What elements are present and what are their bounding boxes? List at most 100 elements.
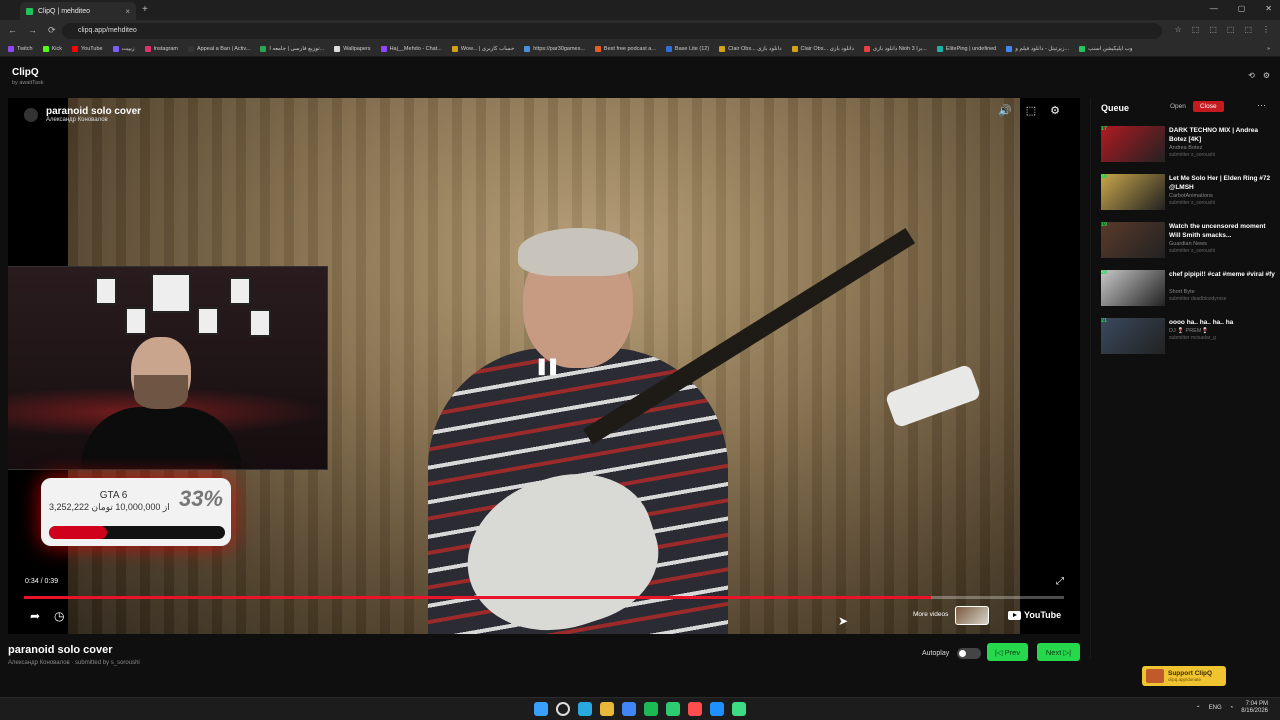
bookmark-item[interactable]: Wallpapers: [334, 46, 371, 52]
queue-item-submitter: submitter s_soroushi: [1169, 200, 1216, 206]
bookmark-item[interactable]: ElitePing | undefined: [936, 46, 996, 52]
share-icon[interactable]: ➦: [30, 609, 40, 623]
settings-icon[interactable]: ⚙: [1050, 104, 1060, 117]
bookmarks-overflow-icon[interactable]: »: [1267, 46, 1280, 52]
browser-tab[interactable]: ClipQ | mehditeo ×: [20, 2, 136, 20]
captions-icon[interactable]: ⬚: [1026, 104, 1036, 117]
prev-button[interactable]: |◁ Prev: [987, 643, 1028, 661]
maximize-icon[interactable]: ▢: [1238, 4, 1246, 13]
taskbar-app-icon[interactable]: [556, 702, 570, 716]
tab-close-icon[interactable]: ×: [125, 7, 130, 16]
bookmark-item[interactable]: Haj__Mehdo - Chat...: [380, 46, 442, 52]
reload-icon[interactable]: ⟳: [48, 25, 56, 36]
autoplay-toggle[interactable]: [957, 648, 982, 659]
menu-icon[interactable]: ⋮: [1262, 25, 1270, 34]
bookmark-item[interactable]: توزیع فارسی | جامعه ا...: [260, 46, 324, 52]
queue-item-title[interactable]: oooo ha.. ha.. ha.. ha: [1169, 318, 1277, 327]
extension-icon[interactable]: ⬚: [1227, 25, 1235, 34]
forward-icon[interactable]: →: [28, 25, 37, 36]
queue-thumbnail[interactable]: [1101, 222, 1165, 258]
taskbar-app-icon[interactable]: [578, 702, 592, 716]
taskbar-app-icon[interactable]: [600, 702, 614, 716]
queue-item-title[interactable]: chef pipipi!! #cat #meme #viral #fy: [1169, 270, 1277, 279]
bookmark-item[interactable]: Twitch: [8, 46, 33, 52]
queue-more-icon[interactable]: ⋯: [1257, 100, 1266, 111]
tray-lang[interactable]: ENG: [1209, 705, 1222, 711]
bookmark-item[interactable]: دانلود بازی Nioh 3 برا...: [863, 46, 927, 52]
queue-close-button[interactable]: Close: [1193, 101, 1224, 112]
queue-item-title[interactable]: Let Me Solo Her | Elden Ring #72 @LMSH: [1169, 174, 1277, 192]
extension-icon[interactable]: ⬚: [1192, 25, 1200, 34]
bookmark-item[interactable]: Best free podcast a...: [594, 46, 656, 52]
back-icon[interactable]: ←: [8, 25, 17, 36]
bookmark-item[interactable]: Wow... | حساب کاربری: [451, 46, 514, 52]
taskbar-app-icon[interactable]: [688, 702, 702, 716]
queue-panel: Queue Open Close ⋯ 17 DARK TECHNO MIX | A…: [1090, 98, 1280, 658]
close-window-icon[interactable]: ✕: [1265, 4, 1272, 13]
taskbar-app-icon[interactable]: [666, 702, 680, 716]
clock-date: 8/16/2026: [1241, 708, 1268, 714]
bookmark-item[interactable]: YouTube: [71, 46, 103, 52]
watch-later-icon[interactable]: ◷: [54, 609, 64, 623]
taskbar-app-icon[interactable]: [534, 702, 548, 716]
bookmark-item[interactable]: Instagram: [144, 46, 178, 52]
queue-thumbnail[interactable]: [1101, 270, 1165, 306]
bookmark-label: وب اپلیکیشن اسنپ: [1088, 46, 1133, 52]
taskbar-app-icon[interactable]: [732, 702, 746, 716]
bookmark-item[interactable]: Clair Obs... دانلود بازی: [719, 46, 782, 52]
wall-frame: [229, 277, 251, 305]
pause-icon[interactable]: ❚❚: [535, 356, 560, 376]
queue-thumbnail[interactable]: [1101, 318, 1165, 354]
url-bar[interactable]: clipq.app/mehditeo: [62, 23, 1162, 39]
queue-item-title[interactable]: DARK TECHNO MIX | Andrea Botez [4K]: [1169, 126, 1277, 144]
bookmark-label: Base Lite (12): [674, 46, 710, 52]
minimize-icon[interactable]: —: [1210, 4, 1218, 13]
queue-item[interactable]: 17 DARK TECHNO MIX | Andrea Botez [4K] And…: [1101, 126, 1277, 166]
brand-logo[interactable]: ClipQ: [12, 67, 39, 78]
seek-bar[interactable]: [24, 596, 1064, 599]
bookmark-item[interactable]: زیرتیتل - دانلود فیلم و...: [1006, 46, 1069, 52]
donation-progress-bar: [49, 526, 225, 539]
video-channel[interactable]: Александр Коновалов: [46, 117, 108, 123]
profile-icon[interactable]: ⬚: [1244, 25, 1252, 34]
queue-item-title[interactable]: Watch the uncensored moment Will Smith s…: [1169, 222, 1277, 240]
tray-chevron-icon[interactable]: ⌃: [1196, 705, 1201, 712]
queue-open-button[interactable]: Open: [1164, 101, 1192, 112]
bookmark-item[interactable]: Appeal a Ban | Activ...: [188, 46, 250, 52]
taskbar-app-icon[interactable]: [644, 702, 658, 716]
bookmark-item[interactable]: زیپیت: [112, 46, 135, 52]
wifi-icon[interactable]: ◔: [1230, 705, 1234, 711]
video-player[interactable]: paranoid solo cover Александр Коновалов …: [8, 98, 1080, 634]
bookmark-item[interactable]: Kick: [42, 46, 62, 52]
more-videos-thumbnail[interactable]: [955, 606, 989, 625]
queue-item[interactable]: 20 chef pipipi!! #cat #meme #viral #fy Sho…: [1101, 270, 1277, 310]
queue-thumbnail[interactable]: [1101, 174, 1165, 210]
bookmark-item[interactable]: Clair Obs... دانلود بازی: [791, 46, 854, 52]
bookmark-star-icon[interactable]: ☆: [1175, 25, 1182, 34]
taskbar-app-icon[interactable]: [622, 702, 636, 716]
settings-icon[interactable]: ⚙: [1263, 71, 1270, 80]
queue-item[interactable]: 21 oooo ha.. ha.. ha.. ha DJ 🍷 PREM🍷 submit…: [1101, 318, 1277, 358]
youtube-link[interactable]: YouTube: [1008, 610, 1061, 620]
next-button[interactable]: Next ▷|: [1037, 643, 1080, 661]
more-videos-label[interactable]: More videos: [913, 611, 948, 618]
queue-item[interactable]: 18 Let Me Solo Her | Elden Ring #72 @LMSH…: [1101, 174, 1277, 214]
extension-icon[interactable]: ⬚: [1209, 25, 1217, 34]
donation-goal-widget: GTA 6 3,252,222 از 10,000,000 تومان 33%: [41, 478, 231, 546]
clock[interactable]: 7:04 PM 8/16/2026: [1241, 701, 1268, 715]
channel-avatar[interactable]: [24, 108, 38, 122]
volume-icon[interactable]: 🔊: [998, 104, 1012, 117]
bookmark-item[interactable]: https://par30games...: [524, 46, 585, 52]
bookmark-favicon-icon: [524, 46, 531, 52]
new-tab-button[interactable]: +: [142, 4, 148, 15]
queue-item[interactable]: 19 Watch the uncensored moment Will Smith…: [1101, 222, 1277, 262]
queue-thumbnail[interactable]: [1101, 126, 1165, 162]
history-icon[interactable]: ⟲: [1248, 71, 1255, 80]
bookmark-item[interactable]: وب اپلیکیشن اسنپ: [1079, 46, 1133, 52]
bookmark-item[interactable]: Base Lite (12): [665, 46, 710, 52]
fullscreen-icon[interactable]: ⤢: [1056, 576, 1064, 587]
taskbar-app-icon[interactable]: [710, 702, 724, 716]
video-title[interactable]: paranoid solo cover: [46, 106, 141, 117]
support-clipq-button[interactable]: Support ClipQ clipq.app/donate: [1142, 666, 1226, 686]
queue-item-channel: DJ 🍷 PREM🍷: [1169, 328, 1209, 334]
